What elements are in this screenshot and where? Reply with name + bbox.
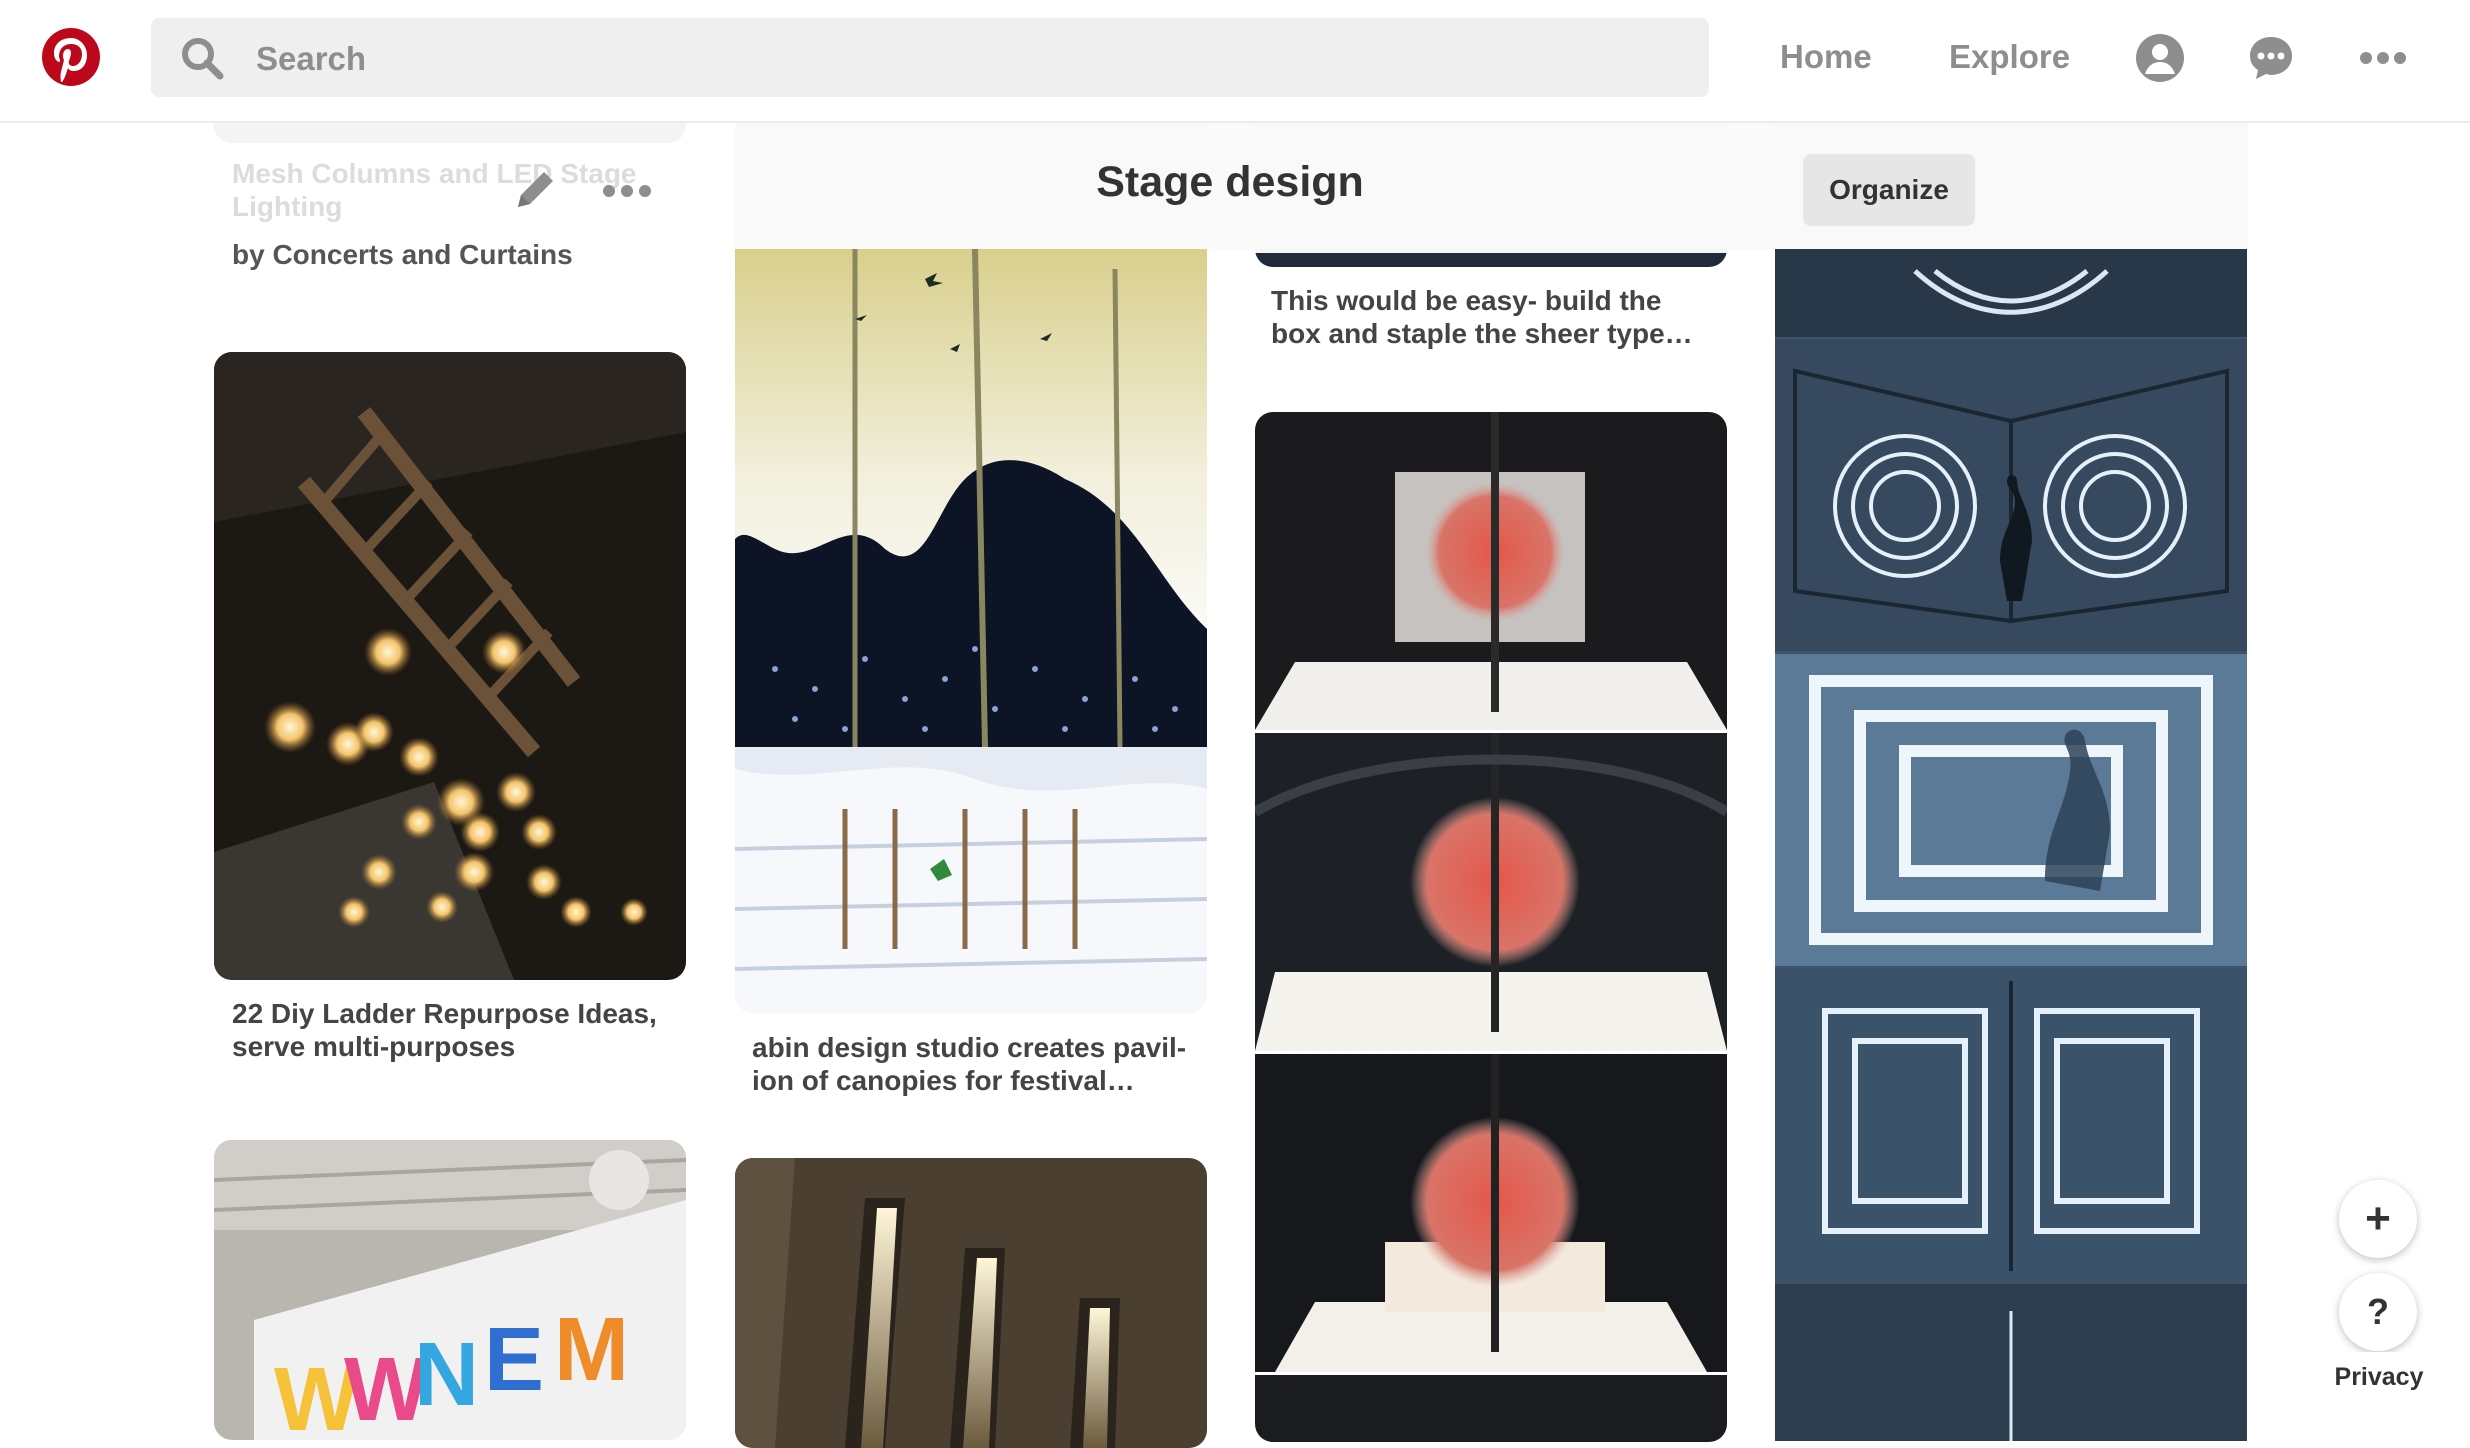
pin-image-fragment — [214, 121, 686, 143]
pinterest-logo-icon[interactable] — [40, 26, 102, 88]
pin-image-ladder-lights[interactable] — [214, 352, 686, 980]
nav-home-link[interactable]: Home — [1780, 38, 1872, 76]
search-input[interactable] — [254, 18, 1658, 99]
help-button[interactable]: ? — [2339, 1273, 2417, 1351]
pin-image-light-tunnel-collage[interactable] — [1775, 121, 2247, 1441]
search-bar[interactable] — [151, 18, 1709, 99]
pin-more-icon[interactable] — [602, 183, 652, 204]
svg-text:M: M — [554, 1300, 629, 1400]
svg-text:E: E — [484, 1310, 544, 1410]
edit-pencil-icon[interactable] — [510, 165, 560, 220]
pin-image-color-installation[interactable]: W W N E M — [214, 1140, 686, 1440]
organize-button[interactable]: Organize — [1803, 154, 1975, 226]
board-header: Stage design Organize — [735, 121, 2248, 249]
svg-text:N: N — [414, 1325, 479, 1425]
pin-image-canopies-collage[interactable] — [735, 249, 1207, 1013]
more-options-icon[interactable] — [2359, 48, 2407, 73]
pin-title[interactable]: 22 Diy Ladder Repurpose Ideas, serve mul… — [232, 997, 672, 1063]
privacy-link[interactable]: Privacy — [2324, 1352, 2434, 1402]
messages-icon[interactable] — [2247, 34, 2295, 87]
pin-title[interactable]: abin design studio creates pavil-ion of … — [752, 1031, 1192, 1097]
nav-explore-link[interactable]: Explore — [1949, 38, 2070, 76]
pin-card-fragment[interactable]: Mesh Columns and LED Stage Lighting by C… — [214, 121, 688, 291]
add-pin-button[interactable]: + — [2339, 1180, 2417, 1258]
pin-image-runway-collage[interactable] — [1255, 412, 1727, 1442]
board-title: Stage design — [1096, 158, 1364, 206]
profile-icon[interactable] — [2135, 33, 2185, 88]
pin-title: Mesh Columns and LED Stage Lighting — [232, 158, 637, 222]
top-navigation-bar: Home Explore — [0, 0, 2470, 123]
pin-source-byline: by Concerts and Curtains — [232, 239, 573, 270]
pin-image-lit-ceiling[interactable] — [735, 1158, 1207, 1448]
pin-title[interactable]: This would be easy- build the box and st… — [1271, 284, 1711, 350]
search-icon — [180, 36, 224, 80]
